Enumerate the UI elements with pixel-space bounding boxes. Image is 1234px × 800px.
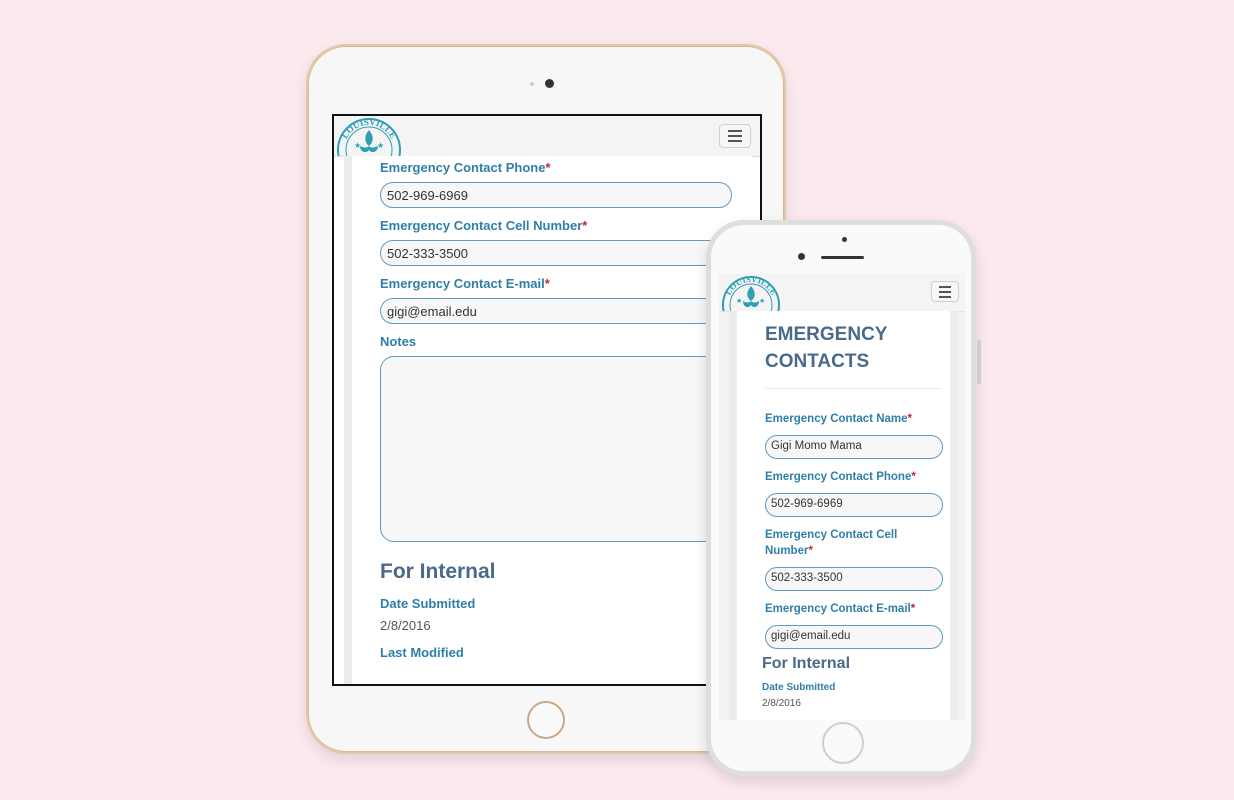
last-modified-label: Last Modified: [380, 645, 464, 660]
tablet-camera: [545, 79, 554, 88]
emergency-cell-input[interactable]: 502-333-3500: [765, 567, 943, 591]
phone-speaker: [821, 256, 864, 259]
tablet-home-button[interactable]: [527, 701, 565, 739]
phone-form-panel: EMERGENCY CONTACTS Emergency Contact Nam…: [729, 311, 958, 720]
phone-camera: [798, 253, 805, 260]
field-label: Emergency Contact E-mail*: [765, 603, 916, 615]
hamburger-menu-icon-bar: [939, 295, 951, 298]
date-submitted-value: 2/8/2016: [380, 618, 431, 633]
date-submitted-label: Date Submitted: [762, 682, 836, 693]
field-label: Emergency Contact Phone*: [380, 160, 551, 175]
phone-header: LOUISVILLE ★ ★: [719, 273, 965, 312]
louisville-seal-icon[interactable]: LOUISVILLE ★ ★: [721, 273, 781, 311]
tablet-form: Emergency Contact Phone* 502-969-6969 Em…: [380, 160, 734, 667]
hamburger-menu-icon: [939, 285, 951, 288]
tablet-header: LOUISVILLE ★ ★: [334, 116, 760, 157]
phone-device: LOUISVILLE ★ ★ EMERGENCY CONTACTS Emerge…: [706, 220, 981, 776]
emergency-email-input[interactable]: gigi@email.edu: [765, 625, 943, 649]
internal-section: For Internal Date Submitted 2/8/2016: [762, 655, 942, 709]
field-label: Emergency Contact Cell Number*: [765, 529, 898, 557]
field-label: Emergency Contact E-mail*: [380, 276, 550, 291]
phone-sensor: [842, 237, 847, 242]
title-divider: [765, 388, 941, 389]
notes-textarea[interactable]: [380, 356, 734, 542]
svg-text:★: ★: [736, 297, 742, 305]
emergency-name-input[interactable]: Gigi Momo Mama: [765, 435, 943, 459]
phone-home-button[interactable]: [822, 722, 864, 764]
hamburger-menu-button[interactable]: [931, 281, 959, 302]
svg-text:★: ★: [759, 297, 765, 305]
phone-screen: LOUISVILLE ★ ★ EMERGENCY CONTACTS Emerge…: [719, 273, 965, 720]
hamburger-menu-icon: [728, 130, 742, 132]
page-title: EMERGENCY CONTACTS: [765, 324, 888, 372]
field-label: Emergency Contact Cell Number*: [380, 218, 588, 233]
date-submitted-label: Date Submitted: [380, 596, 476, 611]
hamburger-menu-button[interactable]: [719, 124, 751, 148]
field-label: Emergency Contact Phone*: [765, 471, 916, 483]
tablet-sensor: [530, 82, 534, 86]
date-submitted-value: 2/8/2016: [762, 698, 801, 709]
svg-text:★: ★: [377, 141, 384, 150]
emergency-cell-input[interactable]: 502-333-3500: [380, 240, 732, 266]
emergency-phone-input[interactable]: 502-969-6969: [380, 182, 732, 208]
notes-label: Notes: [380, 334, 417, 349]
hamburger-menu-icon-bar: [939, 290, 951, 293]
phone-form: EMERGENCY CONTACTS Emergency Contact Nam…: [765, 321, 945, 659]
for-internal-heading: For Internal: [380, 560, 496, 583]
for-internal-heading: For Internal: [762, 655, 851, 672]
hamburger-menu-icon-bar: [728, 140, 742, 142]
emergency-email-input[interactable]: gigi@email.edu: [380, 298, 732, 324]
svg-text:★: ★: [354, 141, 361, 150]
field-label: Emergency Contact Name*: [765, 413, 913, 425]
phone-side-button: [977, 340, 981, 384]
emergency-phone-input[interactable]: 502-969-6969: [765, 493, 943, 517]
tablet-form-panel: Emergency Contact Phone* 502-969-6969 Em…: [344, 156, 752, 684]
hamburger-menu-icon-bar: [728, 135, 742, 137]
tablet-screen: LOUISVILLE ★ ★ Emergency Contact Phone* …: [332, 114, 762, 686]
louisville-seal-icon[interactable]: LOUISVILLE ★ ★: [336, 116, 402, 156]
